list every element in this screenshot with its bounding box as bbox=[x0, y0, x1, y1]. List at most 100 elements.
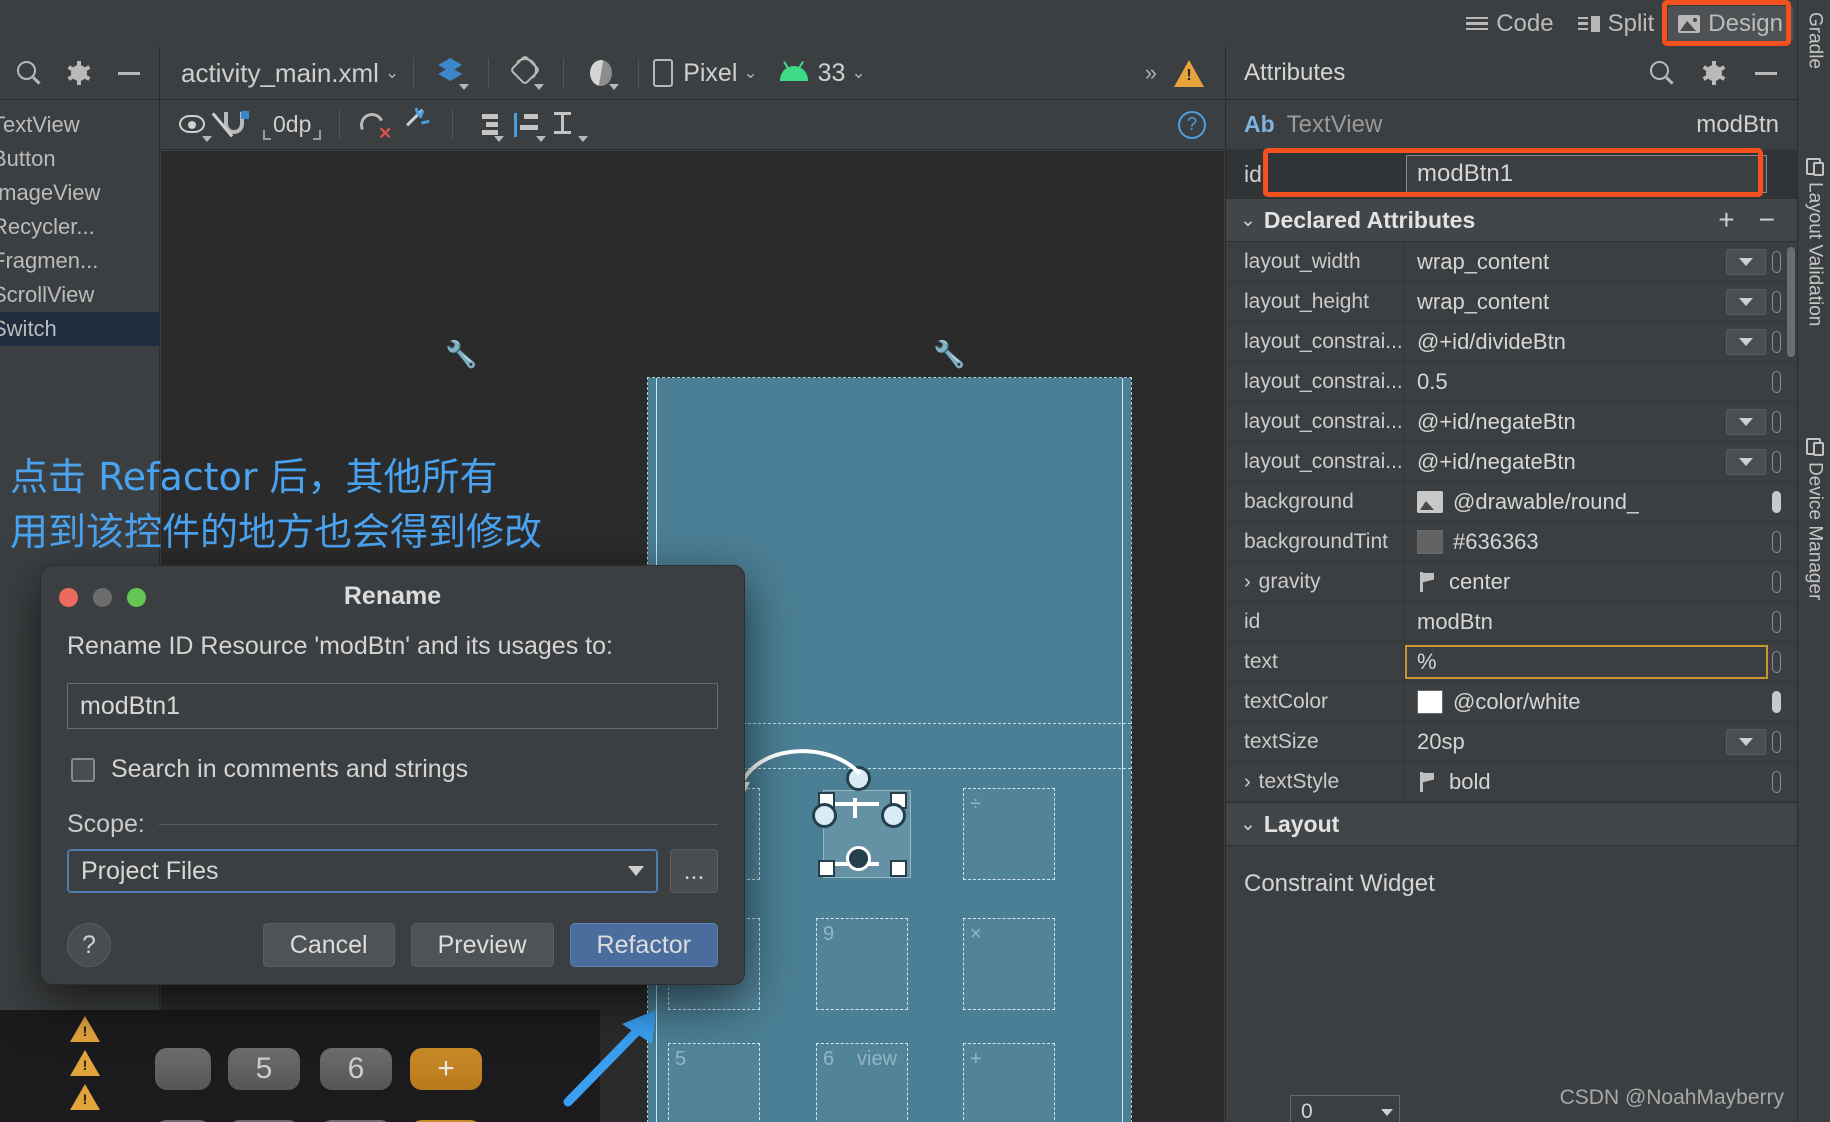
remove-attribute-button[interactable]: − bbox=[1759, 204, 1775, 236]
tab-device-manager[interactable]: Device Manager bbox=[1798, 430, 1830, 680]
chevron-down-icon[interactable]: ⌄ bbox=[851, 63, 865, 83]
tab-gradle[interactable]: Gradle bbox=[1798, 4, 1830, 114]
dropdown-arrow-icon[interactable] bbox=[1726, 248, 1766, 275]
chevron-down-icon[interactable]: ⌄ bbox=[1240, 209, 1256, 232]
search-icon[interactable] bbox=[1649, 60, 1675, 86]
chevron-down-icon[interactable]: ⌄ bbox=[743, 63, 757, 83]
resize-handle[interactable] bbox=[818, 860, 835, 877]
overflow-chevrons[interactable]: » bbox=[1145, 60, 1157, 86]
layout-section-header[interactable]: ⌄ Layout bbox=[1226, 802, 1797, 846]
resize-handle[interactable] bbox=[890, 860, 907, 877]
checkbox-icon[interactable] bbox=[71, 757, 95, 782]
table-row[interactable]: gravity center bbox=[1226, 562, 1797, 602]
declared-attributes-section-header[interactable]: ⌄ Declared Attributes + − bbox=[1226, 198, 1797, 242]
id-value-input[interactable]: modBtn1 bbox=[1406, 155, 1767, 193]
attribute-value[interactable]: @+id/negateBtn bbox=[1417, 409, 1576, 435]
tab-design[interactable]: Design bbox=[1668, 5, 1793, 42]
chevron-down-icon[interactable]: ⌄ bbox=[385, 63, 399, 83]
rotate-device-icon[interactable] bbox=[509, 54, 545, 90]
chevron-down-icon[interactable]: ⌄ bbox=[1240, 813, 1256, 836]
table-row[interactable]: layout_height wrap_content bbox=[1226, 282, 1797, 322]
attributes-scrollbar[interactable] bbox=[1787, 247, 1795, 357]
table-row[interactable]: layout_constrai... @+id/negateBtn bbox=[1226, 402, 1797, 442]
preview-button[interactable]: 6 bbox=[320, 1048, 392, 1090]
dropdown-arrow-icon[interactable] bbox=[1726, 328, 1766, 355]
table-row[interactable]: textColor @color/white bbox=[1226, 682, 1797, 722]
search-comments-checkbox-row[interactable]: Search in comments and strings bbox=[71, 755, 718, 784]
table-row[interactable]: id modBtn bbox=[1226, 602, 1797, 642]
device-name-label[interactable]: Pixel bbox=[683, 59, 737, 88]
layers-icon[interactable] bbox=[434, 56, 470, 90]
default-margin-value[interactable]: 0dp bbox=[262, 111, 322, 140]
warning-triangle-icon[interactable] bbox=[70, 1084, 100, 1110]
table-row[interactable]: layout_constrai... 0.5 bbox=[1226, 362, 1797, 402]
close-window-button[interactable] bbox=[59, 588, 78, 607]
add-attribute-button[interactable]: + bbox=[1718, 204, 1734, 236]
attribute-value[interactable]: wrap_content bbox=[1417, 249, 1549, 275]
scope-browse-button[interactable]: ... bbox=[670, 849, 718, 893]
table-row[interactable]: background @drawable/round_ bbox=[1226, 482, 1797, 522]
attribute-key[interactable]: gravity bbox=[1226, 570, 1404, 594]
attribute-value[interactable]: @+id/divideBtn bbox=[1417, 329, 1566, 355]
constraint-value-dropdown[interactable]: 0 bbox=[1290, 1095, 1400, 1122]
blueprint-cell[interactable]: + bbox=[963, 1043, 1055, 1122]
dropdown-arrow-icon[interactable] bbox=[1726, 728, 1766, 755]
align-icon[interactable] bbox=[509, 108, 547, 142]
tab-split[interactable]: Split bbox=[1568, 6, 1665, 42]
attribute-key[interactable]: textStyle bbox=[1226, 770, 1404, 794]
tab-layout-validation[interactable]: Layout Validation bbox=[1798, 150, 1830, 400]
table-row[interactable]: layout_constrai... @+id/negateBtn bbox=[1226, 442, 1797, 482]
tab-code[interactable]: Code bbox=[1456, 6, 1563, 42]
attribute-value[interactable]: @drawable/round_ bbox=[1453, 489, 1639, 515]
palette-item-recyclerview[interactable]: Recycler... bbox=[0, 210, 159, 244]
file-name-label[interactable]: activity_main.xml bbox=[161, 58, 379, 89]
autoconnect-magnet-icon[interactable] bbox=[211, 108, 253, 142]
blueprint-cell[interactable]: 6 view bbox=[816, 1043, 908, 1122]
guidelines-icon[interactable] bbox=[551, 108, 589, 142]
attribute-row-id-edit[interactable]: id modBtn1 bbox=[1226, 150, 1797, 198]
text-attribute-input[interactable]: % bbox=[1405, 644, 1768, 679]
theme-moon-icon[interactable] bbox=[584, 56, 620, 90]
refactor-button[interactable]: Refactor bbox=[569, 923, 718, 967]
preview-button[interactable] bbox=[155, 1048, 211, 1090]
dropdown-arrow-icon[interactable] bbox=[1726, 408, 1766, 435]
attribute-value[interactable]: 0.5 bbox=[1417, 369, 1448, 395]
pack-icon[interactable] bbox=[467, 108, 505, 142]
blueprint-cell[interactable]: 9 bbox=[816, 918, 908, 1010]
attribute-value[interactable]: @color/white bbox=[1453, 689, 1581, 715]
table-row[interactable]: textSize 20sp bbox=[1226, 722, 1797, 762]
infer-constraints-icon[interactable] bbox=[396, 107, 432, 142]
blueprint-cell[interactable]: ÷ bbox=[963, 788, 1055, 880]
palette-item-button[interactable]: Button bbox=[0, 142, 159, 176]
dropdown-arrow-icon[interactable] bbox=[1726, 288, 1766, 315]
palette-item-scrollview[interactable]: ScrollView bbox=[0, 278, 159, 312]
attribute-value[interactable]: wrap_content bbox=[1417, 289, 1549, 315]
constraint-anchor-bottom[interactable] bbox=[846, 846, 871, 871]
attribute-value[interactable]: #636363 bbox=[1453, 529, 1539, 555]
blueprint-cell[interactable]: 5 bbox=[668, 1043, 760, 1122]
search-icon[interactable] bbox=[16, 60, 42, 86]
attribute-value[interactable]: center bbox=[1449, 569, 1510, 595]
attribute-value[interactable]: modBtn bbox=[1417, 609, 1493, 635]
table-row[interactable]: backgroundTint #636363 bbox=[1226, 522, 1797, 562]
cancel-button[interactable]: Cancel bbox=[262, 923, 395, 967]
table-row[interactable]: layout_constrai... @+id/divideBtn bbox=[1226, 322, 1797, 362]
attribute-value[interactable]: bold bbox=[1449, 769, 1491, 795]
maximize-window-button[interactable] bbox=[127, 588, 146, 607]
preview-button[interactable]: Preview bbox=[410, 923, 554, 967]
gear-icon[interactable] bbox=[1701, 60, 1727, 86]
minimize-window-button[interactable] bbox=[93, 588, 112, 607]
clear-constraints-icon[interactable]: ✕ bbox=[354, 108, 392, 143]
minimize-icon[interactable] bbox=[1753, 60, 1779, 86]
blueprint-cell[interactable]: × bbox=[963, 918, 1055, 1010]
design-help-icon[interactable]: ? bbox=[1178, 110, 1206, 139]
table-row[interactable]: layout_width wrap_content bbox=[1226, 242, 1797, 282]
scope-dropdown[interactable]: Project Files bbox=[67, 849, 658, 893]
palette-item-imageview[interactable]: ImageView bbox=[0, 176, 159, 210]
warning-triangle-icon[interactable] bbox=[70, 1050, 100, 1076]
attribute-value[interactable]: @+id/negateBtn bbox=[1417, 449, 1576, 475]
dropdown-arrow-icon[interactable] bbox=[1726, 448, 1766, 475]
warning-triangle-icon[interactable] bbox=[70, 1016, 100, 1042]
render-preview[interactable]: 5 6 + bbox=[0, 1010, 600, 1122]
palette-item-switch[interactable]: Switch bbox=[0, 312, 159, 346]
